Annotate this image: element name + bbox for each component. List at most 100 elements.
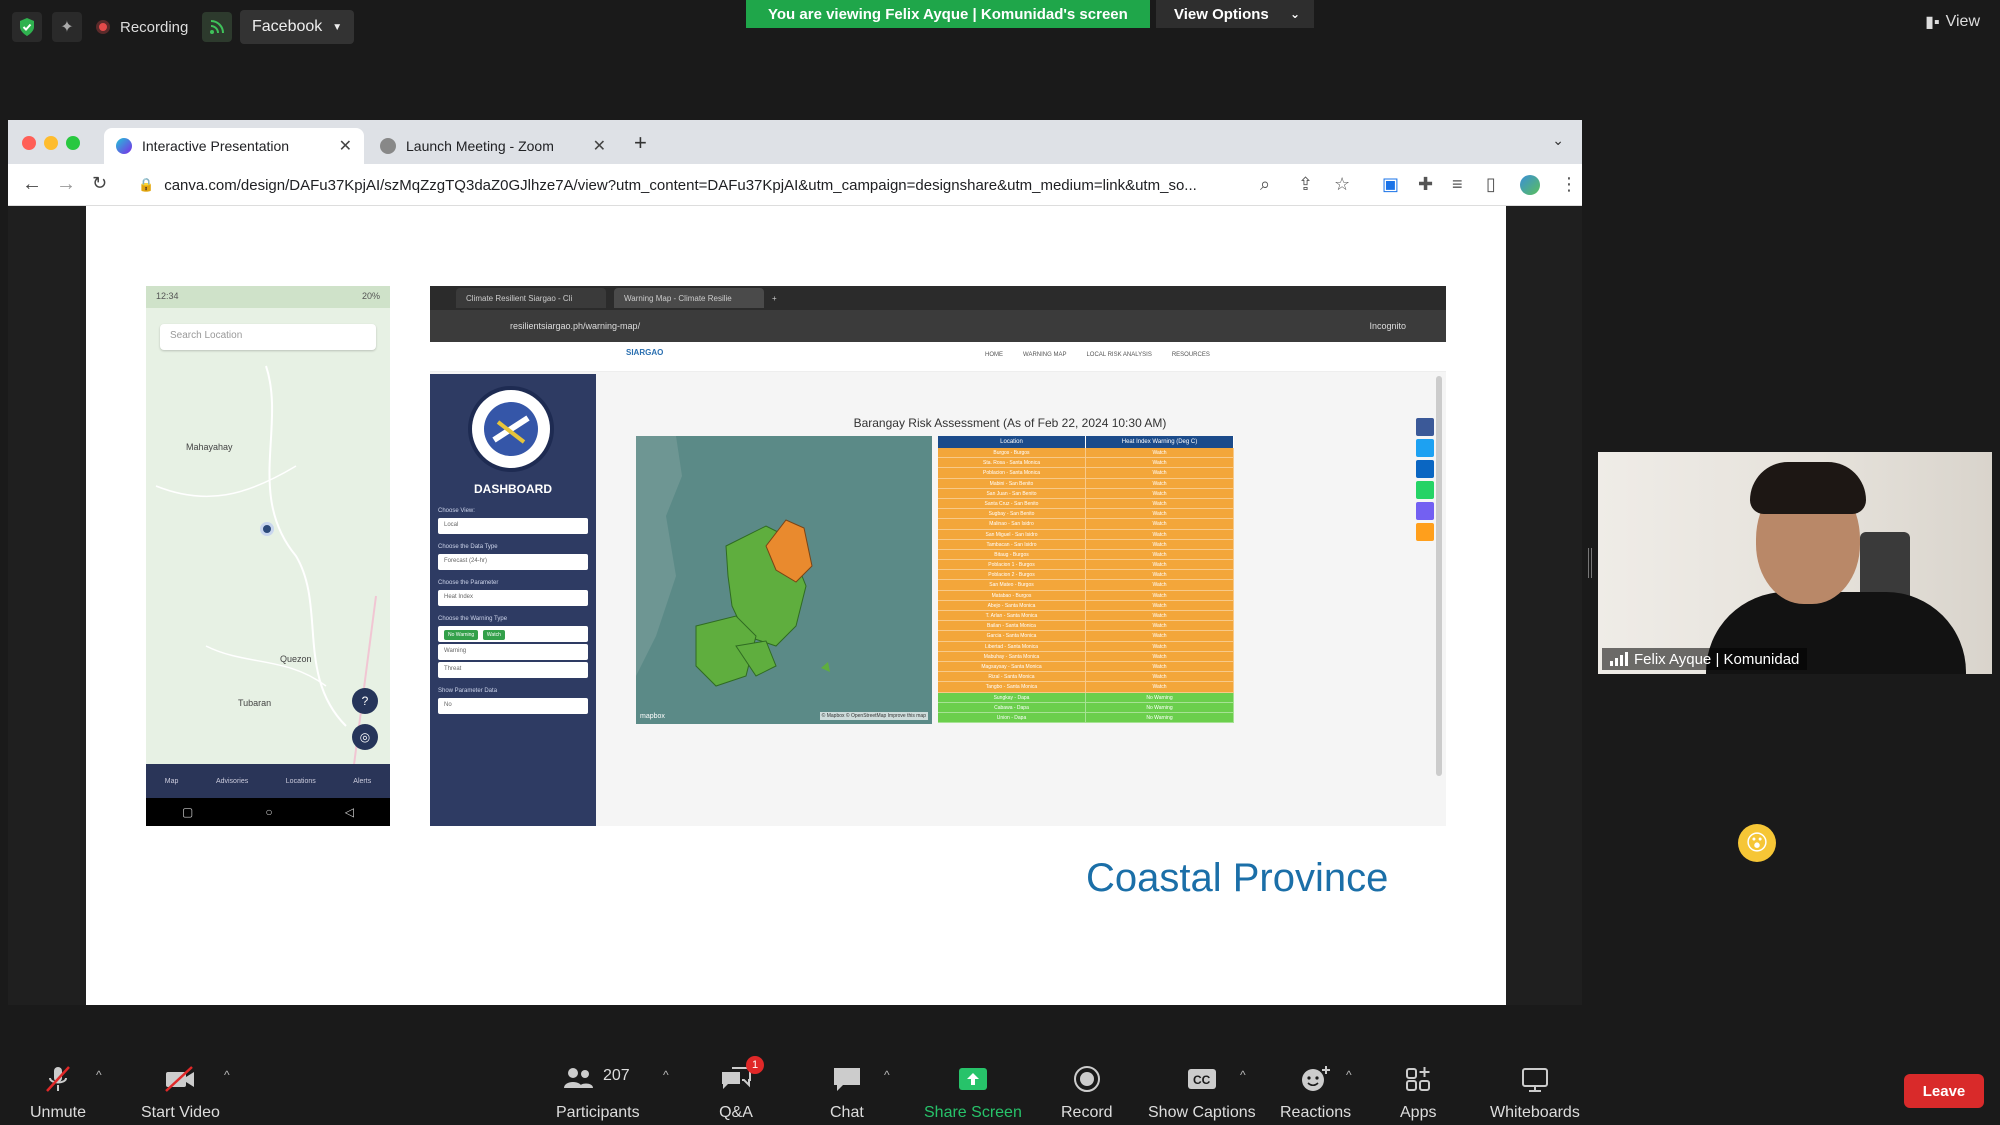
cell-location: Mabini - San Benito [938, 478, 1086, 488]
phone-system-nav: ▢ ○ ◁ [146, 798, 390, 826]
viewing-screen-banner: You are viewing Felix Ayque | Komunidad'… [746, 0, 1150, 28]
muted-microphone-icon [43, 1064, 73, 1094]
close-tab-icon[interactable]: ✕ [339, 136, 352, 156]
forward-arrow-icon[interactable]: → [56, 173, 76, 196]
site-menu-item: WARNING MAP [1023, 352, 1067, 358]
participants-caret-icon[interactable]: ^ [663, 1068, 669, 1082]
tab-search-chevron-icon[interactable]: ⌄ [1552, 132, 1564, 149]
maximize-window-icon[interactable] [66, 136, 80, 150]
security-shield-icon[interactable] [12, 12, 42, 42]
cell-warning: Watch [1086, 529, 1234, 539]
table-row: T. Arlan - Santa Monica Watch [938, 611, 1234, 622]
sparkle-icon[interactable]: ✦ [52, 12, 82, 42]
video-options-caret-icon[interactable]: ^ [224, 1068, 230, 1082]
chat-caret-icon[interactable]: ^ [884, 1068, 890, 1082]
zoom-icon[interactable]: ⌕ [1260, 174, 1270, 195]
reading-list-icon[interactable]: ≡ [1452, 174, 1463, 195]
share-page-icon[interactable]: ⇪ [1298, 174, 1313, 195]
embed-tab: Warning Map - Climate Resilie [614, 288, 764, 308]
record-dot-icon [96, 20, 110, 34]
cell-location: Garcia - Santa Monica [938, 631, 1086, 641]
reactions-caret-icon[interactable]: ^ [1346, 1068, 1352, 1082]
cell-warning: Watch [1086, 478, 1234, 488]
kebab-menu-icon[interactable]: ⋮ [1560, 174, 1578, 195]
tab-title: Launch Meeting - Zoom [406, 138, 554, 154]
cell-warning: Watch [1086, 549, 1234, 560]
table-row: Bailan - Santa Monica Watch [938, 621, 1234, 632]
leave-button[interactable]: Leave [1904, 1074, 1984, 1108]
close-window-icon[interactable] [22, 136, 36, 150]
apps-button[interactable]: Apps [1400, 1064, 1436, 1122]
minimize-window-icon[interactable] [44, 136, 58, 150]
embed-address-bar: resilientsiargao.ph/warning-map/ Incogni… [430, 310, 1446, 342]
cell-warning: Watch [1086, 468, 1234, 478]
table-row: San Mateo - Burgos Watch [938, 580, 1234, 591]
table-row: Poblacion 1 - Burgos Watch [938, 560, 1234, 571]
whiteboards-label: Whiteboards [1490, 1104, 1580, 1121]
cell-warning: No Warning [1086, 712, 1234, 723]
tab-launch-meeting[interactable]: Launch Meeting - Zoom ✕ [368, 128, 618, 164]
cell-warning: Watch [1086, 509, 1234, 519]
chat-button[interactable]: Chat [830, 1064, 864, 1122]
extensions-puzzle-icon[interactable]: ✚ [1418, 174, 1433, 195]
cell-warning: Watch [1086, 631, 1234, 641]
cell-location: Bailan - Santa Monica [938, 621, 1086, 631]
dash-label: Choose the Data Type [438, 544, 498, 550]
table-row: Mabini - San Benito Watch [938, 478, 1234, 489]
cell-warning: Watch [1086, 611, 1234, 621]
qa-button[interactable]: 1 Q&A [718, 1056, 764, 1122]
phone-map-roads [155, 365, 377, 826]
qa-label: Q&A [719, 1104, 753, 1121]
bookmark-star-icon[interactable]: ☆ [1334, 174, 1350, 195]
panel-resize-handle[interactable] [1588, 548, 1592, 578]
cell-location: San Miguel - San Isidro [938, 529, 1086, 539]
dash-label: Choose the Warning Type [438, 616, 508, 622]
cell-location: Burgos - Burgos [938, 448, 1086, 458]
table-row: Sungkay - Dapa No Warning [938, 692, 1234, 703]
embed-url: resilientsiargao.ph/warning-map/ [510, 321, 641, 331]
share-screen-button[interactable]: Share Screen [924, 1064, 1022, 1122]
facebook-live-dropdown[interactable]: Facebook ▼ [240, 10, 355, 44]
map-place-label: Tubaran [238, 698, 272, 708]
chat-bubble-icon [831, 1064, 863, 1094]
cell-location: T. Arlan - Santa Monica [938, 611, 1086, 621]
table-row: Tambacan - San Isidro Watch [938, 539, 1234, 550]
view-options-button[interactable]: View Options ⌄ [1156, 0, 1314, 28]
table-row: Libertad - Santa Monica Watch [938, 641, 1234, 652]
recording-indicator[interactable]: Recording [96, 12, 188, 42]
map-credits: © Mapbox © OpenStreetMap Improve this ma… [819, 712, 928, 720]
whiteboards-button[interactable]: Whiteboards [1490, 1064, 1580, 1122]
audio-options-caret-icon[interactable]: ^ [96, 1068, 102, 1082]
start-video-button[interactable]: Start Video [141, 1064, 220, 1122]
phone-time: 12:34 [156, 291, 179, 301]
cell-location: Malinao - San Isidro [938, 519, 1086, 529]
view-button[interactable]: ▮▪ View [1925, 12, 1980, 32]
layout-icon: ▮▪ [1925, 14, 1940, 31]
view-label: View [1945, 13, 1980, 30]
captions-caret-icon[interactable]: ^ [1240, 1068, 1246, 1082]
cell-warning: Watch [1086, 621, 1234, 631]
unmute-button[interactable]: Unmute [30, 1064, 86, 1122]
back-arrow-icon[interactable]: ← [22, 173, 42, 196]
live-stream-icon[interactable] [202, 12, 232, 42]
cell-warning: Watch [1086, 672, 1234, 682]
address-bar[interactable]: 🔒 canva.com/design/DAFu37KpjAI/szMqZzgTQ… [138, 170, 1278, 200]
new-tab-icon[interactable]: + [634, 130, 647, 156]
reload-icon[interactable]: ↻ [92, 173, 107, 194]
close-tab-icon[interactable]: ✕ [593, 136, 606, 156]
tab-interactive-presentation[interactable]: Interactive Presentation ✕ [104, 128, 364, 164]
site-header: SIARGAO HOME WARNING MAP LOCAL RISK ANAL… [430, 342, 1446, 372]
table-row: Bitaug - Burgos Watch [938, 549, 1234, 561]
profile-avatar[interactable] [1520, 175, 1540, 195]
record-button[interactable]: Record [1061, 1064, 1113, 1122]
table-header: Location Heat Index Warning (Deg C) [938, 436, 1234, 448]
reactions-button[interactable]: Reactions [1280, 1064, 1351, 1122]
side-panel-icon[interactable]: ▯ [1486, 174, 1496, 195]
table-row: Burgos - Burgos Watch [938, 448, 1234, 459]
extension-blue-icon[interactable]: ▣ [1382, 174, 1399, 195]
participant-video-tile[interactable]: Felix Ayque | Komunidad [1598, 452, 1992, 674]
slide-caption: Coastal Province [1086, 856, 1389, 900]
chat-label: Chat [830, 1104, 864, 1121]
table-row: Poblacion 2 - Burgos Watch [938, 570, 1234, 581]
participants-button[interactable]: 207 Participants [556, 1064, 640, 1122]
